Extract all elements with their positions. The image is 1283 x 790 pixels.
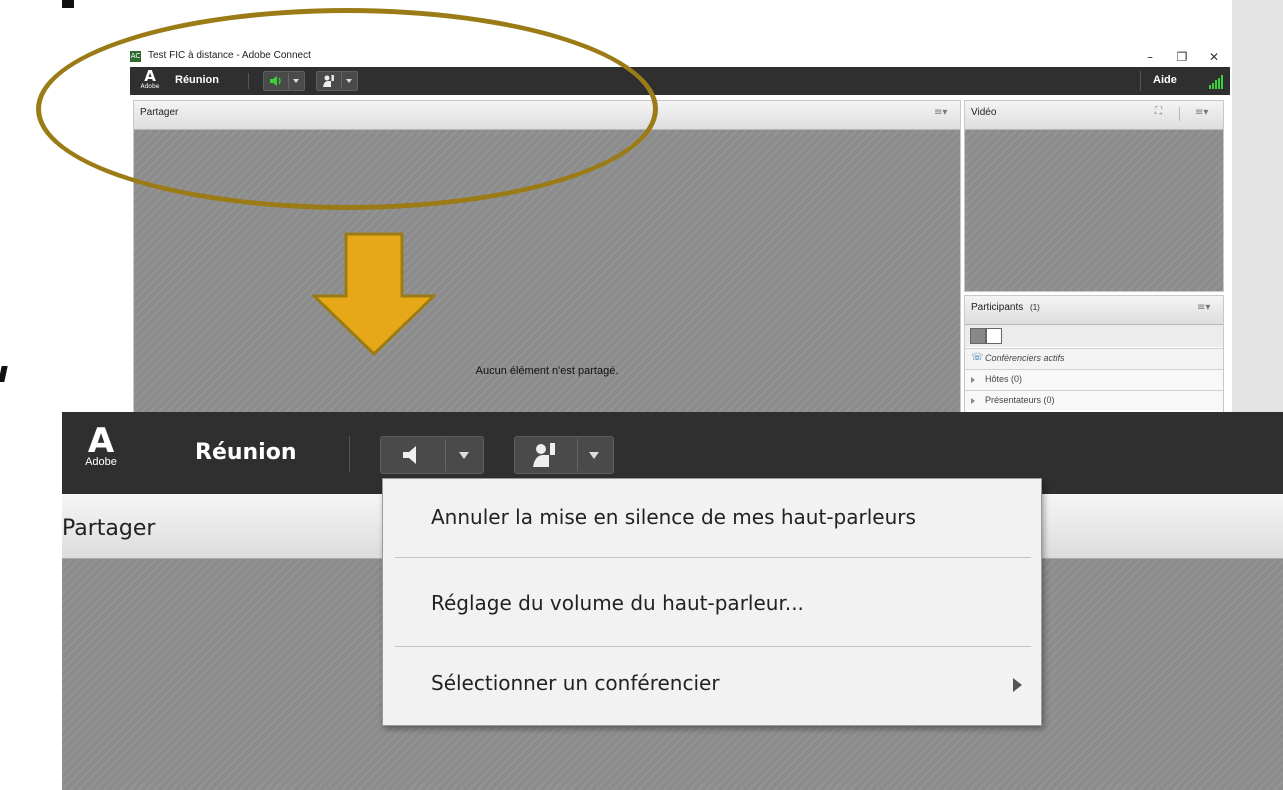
signal-bar	[1218, 78, 1220, 89]
restore-button[interactable]: ❐	[1168, 48, 1196, 66]
raise-hand-icon	[323, 75, 334, 87]
adobe-logo-mark: A	[87, 421, 115, 461]
participants-view-toggle	[965, 325, 1223, 347]
menu-divider	[395, 557, 1031, 558]
menu-aide[interactable]: Aide	[1153, 74, 1177, 86]
menu-reunion[interactable]: Réunion	[175, 74, 219, 86]
close-button[interactable]: ✕	[1200, 48, 1228, 66]
video-pod-content	[965, 130, 1223, 291]
participants-count: (1)	[1030, 303, 1040, 312]
video-pod-title: Vidéo	[971, 107, 997, 118]
raise-hand-icon	[533, 443, 555, 467]
toolbar-divider	[1140, 71, 1141, 91]
adobe-logo-mark: A	[144, 67, 156, 85]
list-view-icon[interactable]	[970, 328, 986, 344]
split-divider	[341, 73, 342, 89]
app-icon: AC	[130, 51, 141, 62]
menu-item-label: Sélectionner un conférencier	[431, 671, 720, 695]
share-empty-message: Aucun élément n'est partagé.	[475, 365, 619, 377]
window-title: Test FIC à distance - Adobe Connect	[148, 50, 311, 61]
menu-item-label: Annuler la mise en silence de mes haut-p…	[431, 505, 916, 529]
status-button[interactable]	[514, 436, 614, 474]
status-dropdown-caret-icon[interactable]	[589, 452, 599, 459]
participants-row-presenters[interactable]: Présentateurs (0)	[965, 390, 1223, 411]
menu-item-select-speaker[interactable]: Sélectionner un conférencier	[383, 645, 1041, 725]
slide-bullet-fragment	[0, 366, 8, 382]
connection-signal-icon	[1209, 75, 1223, 89]
slide-title-fragment	[62, 0, 74, 8]
participants-row-label: Hôtes (0)	[985, 374, 1023, 384]
menu-item-label: Réglage du volume du haut-parleur...	[431, 591, 804, 615]
status-dropdown-caret-icon[interactable]	[346, 79, 352, 83]
speaker-muted-icon	[403, 446, 416, 464]
speaker-button[interactable]	[380, 436, 484, 474]
participants-pod: Participants (1) ≡▾ ☏ Conférenciers acti…	[964, 295, 1224, 414]
participants-row-hosts[interactable]: Hôtes (0)	[965, 369, 1223, 390]
split-divider	[445, 439, 446, 471]
adobe-logo: A Adobe	[140, 69, 160, 93]
video-pod-menu-icon[interactable]: ≡▾	[1195, 107, 1208, 118]
menu-item-unmute-speakers[interactable]: Annuler la mise en silence de mes haut-p…	[383, 479, 1041, 559]
share-pod-title: Partager	[140, 107, 179, 118]
slide-side-strip	[1232, 0, 1283, 412]
main-menu-bar: A Adobe Réunion Aide	[130, 67, 1230, 95]
adobe-logo-text: Adobe	[140, 83, 160, 90]
speaker-dropdown-caret-icon[interactable]	[293, 79, 299, 83]
phone-icon: ☏	[971, 352, 984, 363]
expand-arrow-icon	[971, 377, 975, 383]
fullscreen-icon[interactable]: ⛶	[1155, 106, 1162, 117]
window-title-bar: AC Test FIC à distance - Adobe Connect –…	[120, 48, 1232, 66]
share-pod: Partager ≡▾ Aucun élément n'est partagé.	[133, 100, 961, 414]
speaker-dropdown-menu: Annuler la mise en silence de mes haut-p…	[382, 478, 1042, 726]
signal-bar	[1209, 85, 1211, 89]
menu-reunion[interactable]: Réunion	[195, 440, 297, 465]
adobe-logo-text: Adobe	[85, 456, 117, 468]
split-divider	[577, 439, 578, 471]
status-button[interactable]	[316, 71, 358, 91]
expand-arrow-icon	[971, 398, 975, 404]
header-divider	[1179, 107, 1180, 121]
participants-title-label: Participants	[971, 302, 1024, 313]
split-divider	[288, 73, 289, 89]
speaker-on-icon	[270, 76, 281, 86]
detail-view-icon[interactable]	[986, 328, 1002, 344]
submenu-arrow-icon	[1013, 678, 1022, 692]
minimize-button[interactable]: –	[1136, 48, 1164, 66]
toolbar-divider	[248, 73, 249, 89]
signal-bar	[1221, 75, 1223, 89]
signal-bar	[1215, 80, 1217, 89]
signal-bar	[1212, 83, 1214, 89]
speaker-dropdown-caret-icon[interactable]	[459, 452, 469, 459]
speaker-button[interactable]	[263, 71, 305, 91]
share-pod-menu-icon[interactable]: ≡▾	[934, 107, 947, 118]
participants-row-active-speakers[interactable]: ☏ Conférenciers actifs	[965, 348, 1223, 369]
menu-item-speaker-volume[interactable]: Réglage du volume du haut-parleur...	[383, 565, 1041, 645]
toolbar-divider	[349, 436, 350, 472]
participants-pod-title: Participants (1)	[971, 302, 1040, 313]
share-pod-header: Partager ≡▾	[134, 101, 960, 130]
video-pod: Vidéo ⛶ ≡▾	[964, 100, 1224, 292]
participants-pod-header: Participants (1) ≡▾	[965, 296, 1223, 325]
adobe-logo: A Adobe	[76, 421, 126, 482]
video-pod-header: Vidéo ⛶ ≡▾	[965, 101, 1223, 130]
participants-pod-menu-icon[interactable]: ≡▾	[1197, 302, 1210, 313]
participants-row-label: Conférenciers actifs	[985, 353, 1065, 363]
down-arrow-icon	[312, 232, 436, 356]
share-pod-title: Partager	[62, 516, 156, 541]
participants-row-label: Présentateurs (0)	[985, 395, 1055, 405]
